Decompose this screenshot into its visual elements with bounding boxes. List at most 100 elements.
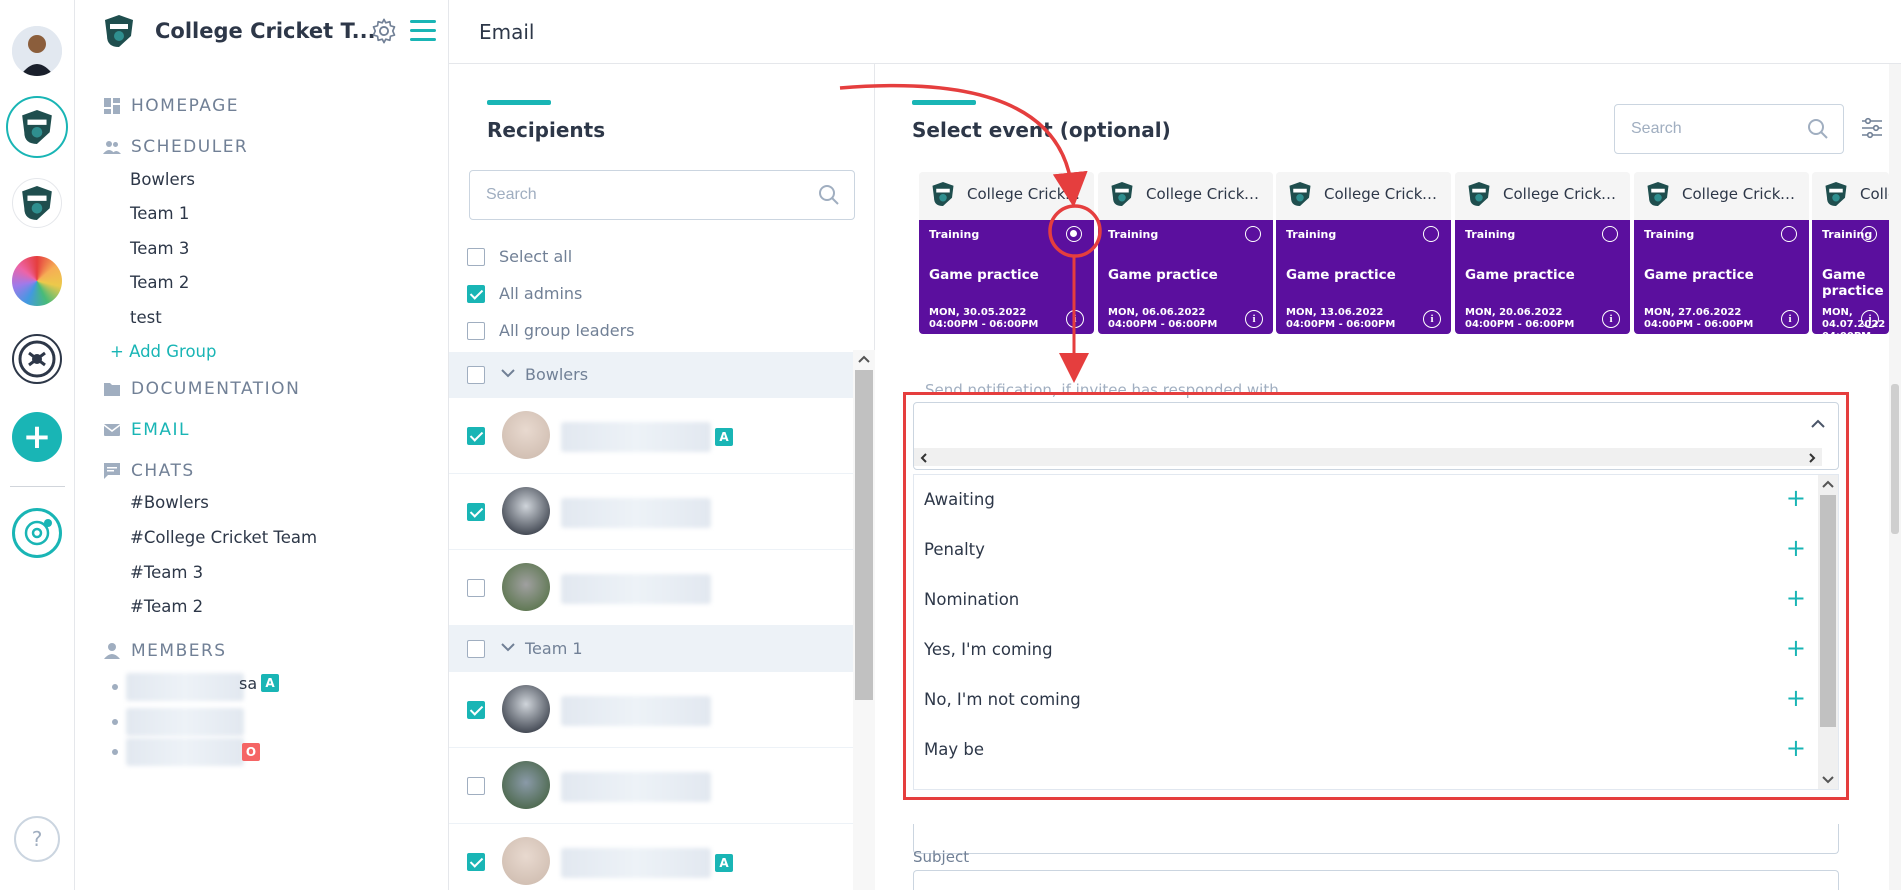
team-avatar-college-cricket[interactable]	[6, 96, 68, 158]
all-admins-checkbox[interactable]	[467, 285, 485, 303]
chevron-down-icon[interactable]	[501, 368, 515, 378]
add-icon[interactable]: +	[1786, 636, 1806, 660]
menu-toggle-icon[interactable]	[410, 20, 436, 42]
dropdown-option[interactable]: Nomination +	[914, 575, 1820, 625]
discover-icon[interactable]	[12, 508, 62, 558]
chevron-right-icon[interactable]	[1808, 453, 1816, 463]
event-radio[interactable]	[1423, 226, 1439, 242]
info-icon[interactable]: i	[1602, 310, 1620, 328]
recipient-row[interactable]	[449, 672, 853, 748]
info-icon[interactable]: i	[1861, 310, 1879, 328]
scrollbar-thumb[interactable]	[1820, 495, 1836, 727]
add-icon[interactable]: +	[1786, 686, 1806, 710]
add-icon[interactable]: +	[1786, 486, 1806, 510]
all-group-leaders-checkbox[interactable]	[467, 322, 485, 340]
event-search[interactable]	[1614, 104, 1844, 154]
group-checkbox[interactable]	[467, 366, 485, 384]
chevron-up-icon[interactable]	[1810, 419, 1826, 429]
event-radio[interactable]	[1245, 226, 1261, 242]
chevron-up-icon[interactable]	[1822, 479, 1834, 489]
chat-item-team-2[interactable]: #Team 2	[130, 597, 203, 616]
event-card[interactable]: College Cricket...TrainingGame practiceM…	[919, 172, 1094, 334]
event-radio[interactable]	[1781, 226, 1797, 242]
search-icon[interactable]	[818, 184, 840, 206]
sidebar-item-team-1[interactable]: Team 1	[130, 204, 189, 223]
search-icon[interactable]	[1807, 118, 1829, 140]
team-avatar-2[interactable]	[12, 178, 62, 228]
info-icon[interactable]: i	[1781, 310, 1799, 328]
nav-documentation[interactable]: DOCUMENTATION	[103, 379, 300, 399]
recipient-checkbox[interactable]	[467, 503, 485, 521]
user-avatar[interactable]	[12, 26, 62, 76]
event-card[interactable]: College Cricket...TrainingGame practiceM…	[1634, 172, 1809, 334]
subject-input[interactable]	[913, 870, 1839, 890]
nav-chats[interactable]: CHATS	[103, 461, 195, 481]
info-icon[interactable]: i	[1245, 310, 1263, 328]
sidebar-item-test[interactable]: test	[130, 308, 162, 327]
group-header-bowlers[interactable]: Bowlers	[449, 352, 853, 398]
recipient-checkbox[interactable]	[467, 427, 485, 445]
recipient-checkbox[interactable]	[467, 579, 485, 597]
event-card[interactable]: College Cricket...TrainingGame practiceM…	[1455, 172, 1630, 334]
event-radio[interactable]	[1861, 226, 1877, 242]
recipient-row[interactable]	[449, 748, 853, 824]
team-avatar-colorful[interactable]	[12, 256, 62, 306]
event-card[interactable]: College Cricket...TrainingGame practiceM…	[1098, 172, 1273, 334]
recipient-row[interactable]	[449, 550, 853, 626]
dropdown-scrollbar[interactable]	[1818, 475, 1838, 789]
help-button[interactable]: ?	[14, 816, 60, 862]
group-checkbox[interactable]	[467, 640, 485, 658]
scrollbar-thumb[interactable]	[1891, 384, 1899, 534]
event-card[interactable]: College Cricket...TrainingGame practiceM…	[1812, 172, 1889, 334]
chat-item-bowlers[interactable]: #Bowlers	[130, 493, 209, 512]
chevron-down-icon[interactable]	[1822, 775, 1834, 785]
sidebar-item-team-2[interactable]: Team 2	[130, 273, 189, 292]
group-header-team-1[interactable]: Team 1	[449, 626, 853, 672]
recipient-checkbox[interactable]	[467, 701, 485, 719]
dropdown-option[interactable]: May be +	[914, 725, 1820, 775]
event-radio[interactable]	[1602, 226, 1618, 242]
sidebar-item-bowlers[interactable]: Bowlers	[130, 170, 195, 189]
nav-email[interactable]: EMAIL	[103, 420, 190, 440]
recipient-row[interactable]: A	[449, 824, 853, 890]
nav-members[interactable]: MEMBERS	[103, 641, 227, 661]
recipient-checkbox[interactable]	[467, 853, 485, 871]
add-group-link[interactable]: + Add Group	[110, 342, 217, 361]
add-icon[interactable]: +	[1786, 536, 1806, 560]
dropdown-option[interactable]: Yes, I'm coming +	[914, 625, 1820, 675]
chevron-up-icon[interactable]	[858, 354, 870, 364]
select-hscrollbar[interactable]	[914, 448, 1822, 466]
member-item[interactable]	[112, 708, 244, 736]
event-card[interactable]: College Cricket...TrainingGame practiceM…	[1276, 172, 1451, 334]
recipients-search[interactable]	[469, 170, 855, 220]
add-team-button[interactable]: +	[12, 412, 62, 462]
recipients-scrollbar[interactable]	[853, 350, 875, 890]
event-search-input[interactable]	[1631, 105, 1802, 153]
chat-item-college-cricket-team[interactable]: #College Cricket Team	[130, 528, 317, 547]
dropdown-option[interactable]: No, I'm not coming +	[914, 675, 1820, 725]
page-scrollbar[interactable]	[1889, 64, 1901, 890]
filter-icon[interactable]	[1860, 116, 1884, 140]
add-icon[interactable]: +	[1786, 736, 1806, 760]
select-all-checkbox[interactable]	[467, 248, 485, 266]
text-field[interactable]	[913, 824, 1839, 854]
gear-icon[interactable]	[370, 17, 398, 45]
dropdown-option[interactable]: Penalty +	[914, 525, 1820, 575]
info-icon[interactable]: i	[1066, 310, 1084, 328]
add-icon[interactable]: +	[1786, 586, 1806, 610]
recipient-row[interactable]	[449, 474, 853, 550]
nav-homepage[interactable]: HOMEPAGE	[103, 96, 239, 116]
info-icon[interactable]: i	[1423, 310, 1441, 328]
member-item[interactable]	[112, 673, 244, 701]
recipient-checkbox[interactable]	[467, 777, 485, 795]
recipient-row[interactable]: A	[449, 398, 853, 474]
chat-item-team-3[interactable]: #Team 3	[130, 563, 203, 582]
team-avatar-emblem[interactable]	[12, 334, 62, 384]
recipients-search-input[interactable]	[486, 171, 774, 219]
chevron-down-icon[interactable]	[501, 642, 515, 652]
member-item[interactable]	[112, 738, 244, 766]
scrollbar-thumb[interactable]	[855, 370, 873, 700]
sidebar-item-team-3[interactable]: Team 3	[130, 239, 189, 258]
dropdown-option[interactable]: Awaiting +	[914, 475, 1820, 525]
nav-scheduler[interactable]: SCHEDULER	[103, 137, 248, 157]
